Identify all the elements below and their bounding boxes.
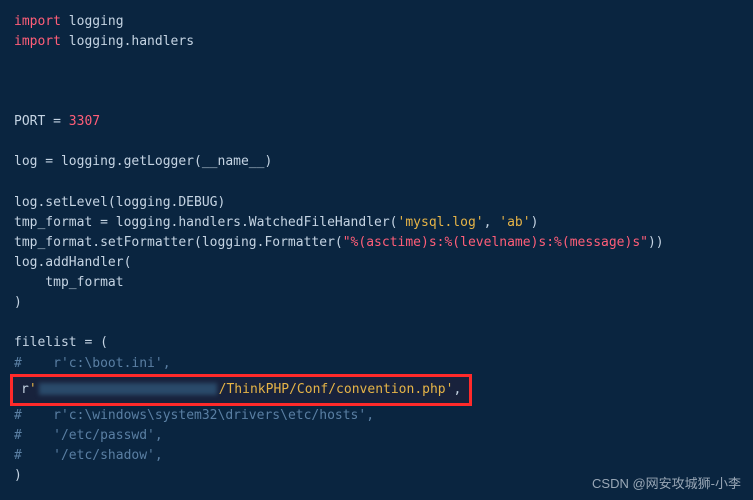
tmpformat-lhs: tmp_format = logging.handlers.WatchedFil… (14, 215, 398, 230)
code-line-setlevel: log.setLevel(logging.DEBUG) (14, 193, 739, 213)
close-paren: ) (14, 468, 22, 483)
code-line-1: import logging (14, 12, 739, 32)
keyword-import: import (14, 14, 61, 29)
comment-prefix: # r (14, 408, 61, 423)
comment-string-shadow: '/etc/shadow' (53, 448, 155, 463)
string-ab: 'ab' (499, 215, 530, 230)
comma: , (155, 448, 163, 463)
comma: , (155, 428, 163, 443)
blank-line (14, 132, 739, 152)
comma: , (484, 215, 500, 230)
setformatter-lhs: tmp_format.setFormatter(logging.Formatte… (14, 235, 343, 250)
blank-line (14, 313, 739, 333)
csdn-watermark: CSDN @网安攻城狮-小李 (592, 474, 741, 494)
code-line-addhandler-close: ) (14, 293, 739, 313)
code-line-log-assign: log = logging.getLogger(__name__) (14, 152, 739, 172)
code-line-setformatter: tmp_format.setFormatter(logging.Formatte… (14, 233, 739, 253)
code-line-comment-passwd: # '/etc/passwd', (14, 426, 739, 446)
code-line-filelist-open: filelist = ( (14, 333, 739, 353)
port-lhs: PORT = (14, 114, 69, 129)
code-line-comment-shadow: # '/etc/shadow', (14, 446, 739, 466)
filelist-open: filelist = ( (14, 335, 108, 350)
addhandler-open: log.addHandler( (14, 255, 131, 270)
hl-prefix: r (21, 382, 29, 397)
close-paren: ) (531, 215, 539, 230)
log-assign: log = logging.getLogger(__name__) (14, 154, 272, 169)
redacted-text (39, 383, 217, 395)
module-name: logging.handlers (61, 34, 194, 49)
code-line-addhandler-arg: tmp_format (14, 273, 739, 293)
string-quote: ' (29, 382, 37, 397)
comma: , (163, 356, 171, 371)
module-name: logging (61, 14, 124, 29)
highlight-box: r' /ThinkPHP/Conf/convention.php', (10, 374, 472, 406)
comma: , (453, 382, 461, 397)
comment-prefix: # r (14, 356, 61, 371)
highlighted-line-wrapper: r' /ThinkPHP/Conf/convention.php', (14, 374, 739, 406)
comma: , (366, 408, 374, 423)
addhandler-arg: tmp_format (14, 275, 124, 290)
string-mysql-log: 'mysql.log' (398, 215, 484, 230)
code-line-port: PORT = 3307 (14, 112, 739, 132)
setlevel: log.setLevel(logging.DEBUG) (14, 195, 225, 210)
comment-string-passwd: '/etc/passwd' (53, 428, 155, 443)
code-line-comment-boot: # r'c:\boot.ini', (14, 354, 739, 374)
comment-string-boot: 'c:\boot.ini' (61, 356, 163, 371)
comment-prefix: # (14, 448, 53, 463)
blank-line (14, 173, 739, 193)
code-line-tmpformat: tmp_format = logging.handlers.WatchedFil… (14, 213, 739, 233)
code-line-2: import logging.handlers (14, 32, 739, 52)
code-line-comment-hosts: # r'c:\windows\system32\drivers\etc/host… (14, 406, 739, 426)
comment-string-hosts: 'c:\windows\system32\drivers\etc/hosts' (61, 408, 366, 423)
blank-lines (14, 52, 739, 112)
close-parens: )) (648, 235, 664, 250)
comment-prefix: # (14, 428, 53, 443)
keyword-import: import (14, 34, 61, 49)
code-line-addhandler-open: log.addHandler( (14, 253, 739, 273)
string-thinkphp-path: /ThinkPHP/Conf/convention.php' (219, 382, 454, 397)
addhandler-close: ) (14, 295, 22, 310)
port-number: 3307 (69, 114, 100, 129)
format-string: "%(asctime)s:%(levelname)s:%(message)s" (343, 235, 648, 250)
